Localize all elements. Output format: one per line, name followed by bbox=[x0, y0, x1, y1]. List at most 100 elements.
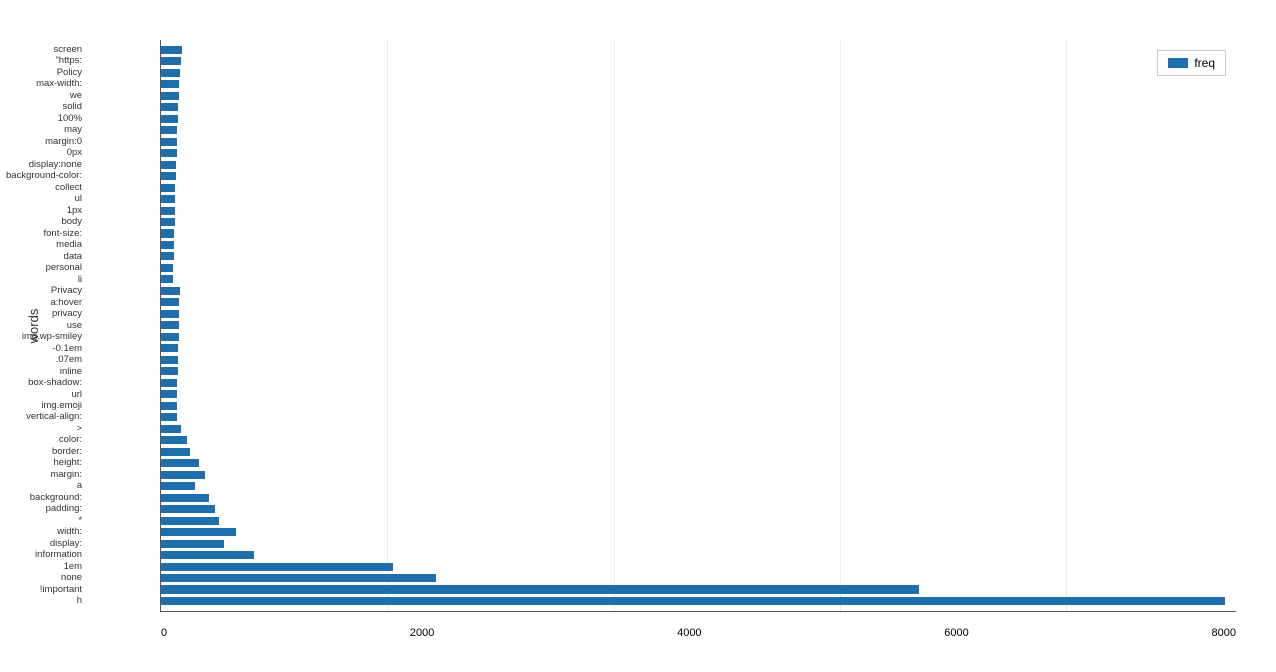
y-label-12: collect bbox=[6, 183, 82, 193]
y-label-16: font-size: bbox=[6, 229, 82, 239]
y-label-46: none bbox=[6, 573, 82, 583]
bar-21 bbox=[161, 287, 180, 295]
y-labels: screen"https:Policymax-width:wesolid100%… bbox=[6, 40, 82, 611]
x-tick-2000: 2000 bbox=[410, 627, 434, 639]
y-label-25: img.wp-smiley bbox=[6, 332, 82, 342]
bar-row bbox=[161, 354, 1236, 365]
bar-27 bbox=[161, 356, 178, 364]
bar-row bbox=[161, 205, 1236, 216]
bar-row bbox=[161, 446, 1236, 457]
bar-12 bbox=[161, 184, 175, 192]
bar-48 bbox=[161, 597, 1225, 605]
bar-row bbox=[161, 90, 1236, 101]
y-label-27: .07em bbox=[6, 355, 82, 365]
bar-row bbox=[161, 457, 1236, 468]
bar-row bbox=[161, 124, 1236, 135]
y-label-43: display: bbox=[6, 539, 82, 549]
bar-row bbox=[161, 412, 1236, 423]
y-label-15: body bbox=[6, 217, 82, 227]
bar-row bbox=[161, 561, 1236, 572]
y-label-39: background: bbox=[6, 493, 82, 503]
y-label-22: a:hover bbox=[6, 298, 82, 308]
y-label-38: a bbox=[6, 481, 82, 491]
bar-row bbox=[161, 262, 1236, 273]
bar-34 bbox=[161, 436, 187, 444]
bar-10 bbox=[161, 161, 176, 169]
x-tick-4000: 4000 bbox=[677, 627, 701, 639]
bar-31 bbox=[161, 402, 177, 410]
y-label-20: li bbox=[6, 275, 82, 285]
y-label-2: Policy bbox=[6, 68, 82, 78]
bar-11 bbox=[161, 172, 176, 180]
bar-row bbox=[161, 216, 1236, 227]
bar-3 bbox=[161, 80, 179, 88]
y-label-1: "https: bbox=[6, 56, 82, 66]
y-label-9: 0px bbox=[6, 148, 82, 158]
bar-row bbox=[161, 515, 1236, 526]
bar-1 bbox=[161, 57, 181, 65]
bars-wrapper bbox=[161, 40, 1236, 611]
bar-row bbox=[161, 67, 1236, 78]
y-label-13: ul bbox=[6, 194, 82, 204]
bar-9 bbox=[161, 149, 177, 157]
x-tick-0: 0 bbox=[161, 627, 167, 639]
bar-43 bbox=[161, 540, 224, 548]
bar-row bbox=[161, 44, 1236, 55]
bar-5 bbox=[161, 103, 178, 111]
y-label-36: height: bbox=[6, 458, 82, 468]
bar-row bbox=[161, 239, 1236, 250]
y-label-18: data bbox=[6, 252, 82, 262]
bar-8 bbox=[161, 138, 177, 146]
y-label-14: 1px bbox=[6, 206, 82, 216]
y-label-44: information bbox=[6, 550, 82, 560]
bar-36 bbox=[161, 459, 199, 467]
bar-4 bbox=[161, 92, 179, 100]
y-label-34: color: bbox=[6, 435, 82, 445]
bar-row bbox=[161, 78, 1236, 89]
bar-row bbox=[161, 469, 1236, 480]
bar-25 bbox=[161, 333, 179, 341]
y-label-23: privacy bbox=[6, 309, 82, 319]
bar-45 bbox=[161, 563, 393, 571]
bar-28 bbox=[161, 367, 178, 375]
bar-row bbox=[161, 526, 1236, 537]
bar-46 bbox=[161, 574, 436, 582]
bar-row bbox=[161, 147, 1236, 158]
bar-16 bbox=[161, 229, 174, 237]
y-label-4: we bbox=[6, 91, 82, 101]
y-label-7: may bbox=[6, 125, 82, 135]
bar-row bbox=[161, 320, 1236, 331]
bar-row bbox=[161, 400, 1236, 411]
bar-23 bbox=[161, 310, 179, 318]
x-axis-ticks: 0 2000 4000 6000 8000 bbox=[161, 627, 1236, 639]
bar-row bbox=[161, 182, 1236, 193]
bar-38 bbox=[161, 482, 195, 490]
bar-row bbox=[161, 159, 1236, 170]
bar-39 bbox=[161, 494, 209, 502]
bar-row bbox=[161, 492, 1236, 503]
bar-7 bbox=[161, 126, 177, 134]
bar-0 bbox=[161, 46, 182, 54]
y-label-3: max-width: bbox=[6, 79, 82, 89]
bar-29 bbox=[161, 379, 177, 387]
bar-24 bbox=[161, 321, 179, 329]
bar-row bbox=[161, 389, 1236, 400]
x-tick-6000: 6000 bbox=[944, 627, 968, 639]
bar-14 bbox=[161, 207, 175, 215]
bar-37 bbox=[161, 471, 205, 479]
bar-row bbox=[161, 297, 1236, 308]
y-label-47: !important bbox=[6, 585, 82, 595]
bar-row bbox=[161, 423, 1236, 434]
y-label-24: use bbox=[6, 321, 82, 331]
bar-17 bbox=[161, 241, 174, 249]
y-label-0: screen bbox=[6, 45, 82, 55]
y-label-32: vertical-align: bbox=[6, 412, 82, 422]
bar-32 bbox=[161, 413, 177, 421]
bar-41 bbox=[161, 517, 219, 525]
bar-15 bbox=[161, 218, 175, 226]
bar-42 bbox=[161, 528, 236, 536]
chart-container: freq words screen"https:Policymax-width:… bbox=[0, 0, 1276, 672]
bar-row bbox=[161, 113, 1236, 124]
y-label-30: url bbox=[6, 390, 82, 400]
y-label-8: margin:0 bbox=[6, 137, 82, 147]
